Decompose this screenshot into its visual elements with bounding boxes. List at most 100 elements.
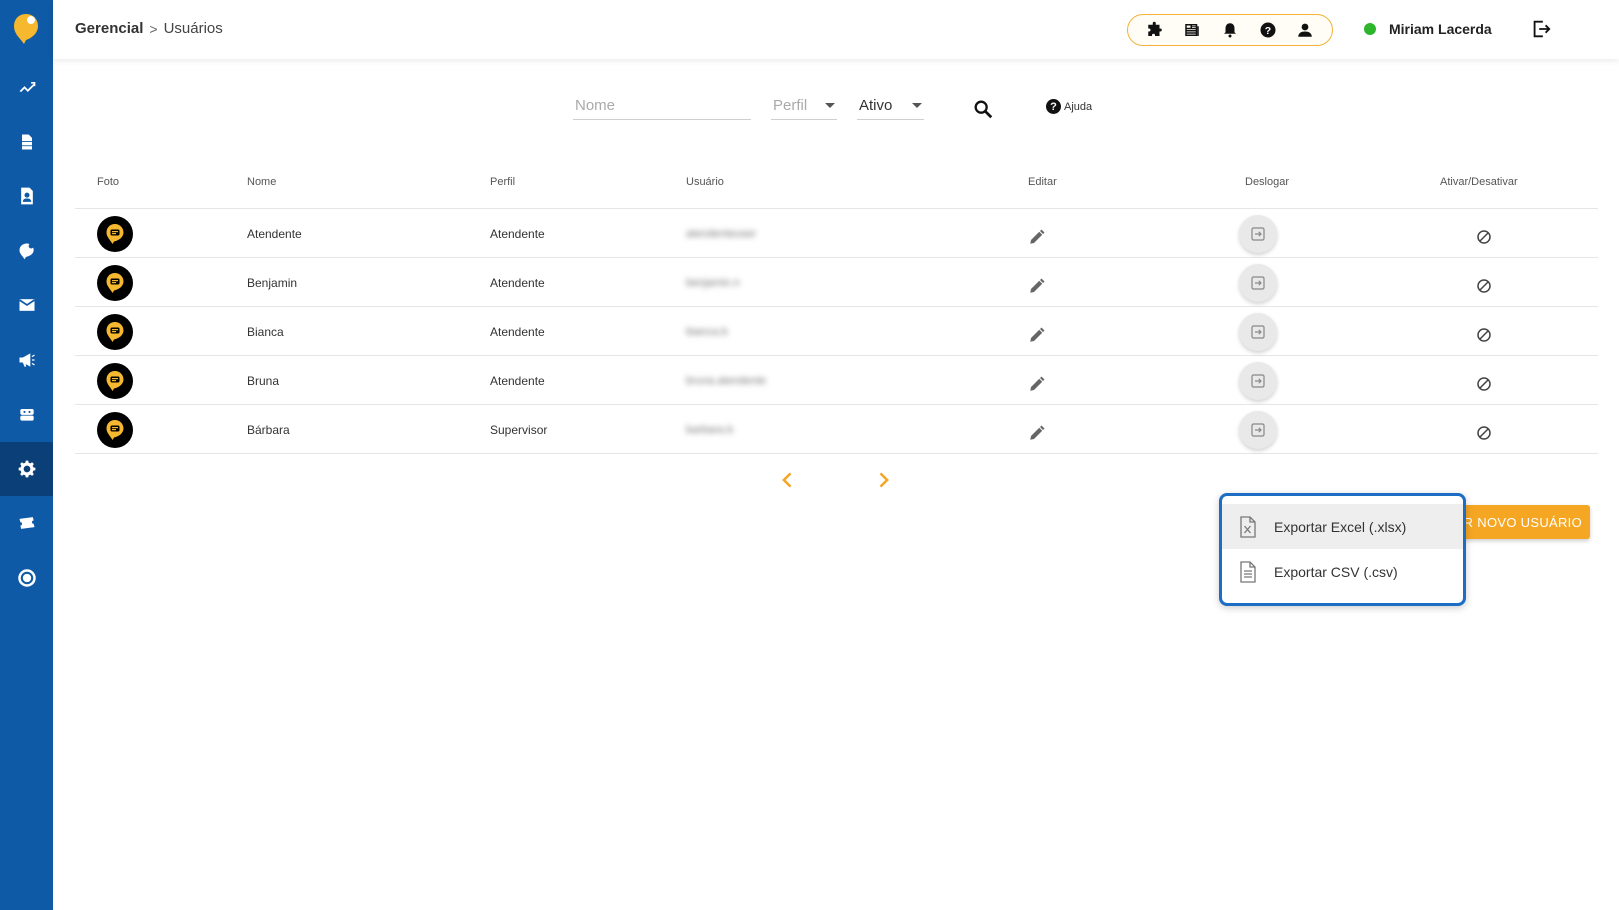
edit-button[interactable]: [1028, 261, 1046, 310]
svg-text:?: ?: [1264, 25, 1270, 37]
sidebar-item-campaigns[interactable]: [0, 333, 53, 387]
toggle-active-button[interactable]: [1475, 359, 1493, 408]
bell-icon[interactable]: [1220, 20, 1240, 40]
sidebar-item-bot[interactable]: [0, 387, 53, 441]
gear-icon: [18, 460, 35, 478]
person-icon[interactable]: [1295, 20, 1315, 40]
perfil-cell: Atendente: [490, 275, 545, 290]
deslogar-button[interactable]: [1239, 258, 1277, 307]
logout-box-icon: [1251, 324, 1265, 339]
photo-cell: [97, 258, 133, 307]
toggle-active-button[interactable]: [1475, 310, 1493, 359]
logout-box-icon: [1251, 275, 1265, 290]
name-cell: Atendente: [247, 226, 302, 241]
name-search-input[interactable]: [573, 92, 751, 120]
deslogar-button[interactable]: [1239, 405, 1277, 454]
status-select[interactable]: Ativo: [857, 92, 924, 120]
export-excel-option[interactable]: Exportar Excel (.xlsx): [1222, 504, 1463, 549]
question-icon: ?: [1046, 99, 1061, 114]
chevron-down-icon: [825, 103, 835, 108]
name-cell: Bárbara: [247, 422, 290, 437]
perfil-select[interactable]: Perfil: [771, 92, 837, 120]
sidebar-item-nps[interactable]: [0, 551, 53, 605]
contact-card-icon: [20, 187, 33, 205]
sidebar-item-contacts[interactable]: [0, 169, 53, 223]
next-page-button[interactable]: [873, 470, 893, 490]
filters-bar: Perfil Ativo ? Ajuda: [0, 88, 1619, 122]
sidebar: [0, 0, 53, 910]
search-button[interactable]: [972, 98, 994, 120]
chevron-down-icon: [912, 103, 922, 108]
users-table: Foto Nome Perfil Usuário Editar Deslogar…: [75, 160, 1598, 454]
search-icon: [974, 100, 993, 119]
previous-page-button[interactable]: [778, 470, 798, 490]
logout-icon: [1533, 20, 1551, 38]
avatar: [97, 215, 133, 252]
usuario-cell: barbara.b: [686, 405, 733, 454]
deslogar-button[interactable]: [1239, 307, 1277, 356]
toggle-active-button[interactable]: [1475, 261, 1493, 310]
photo-cell: [97, 356, 133, 405]
document-icon: [1240, 560, 1256, 583]
sidebar-item-mail[interactable]: [0, 278, 53, 332]
table-row: Bruna Atendente bruna.atendente: [75, 356, 1598, 405]
edit-button[interactable]: [1028, 212, 1046, 261]
avatar: [97, 264, 133, 301]
block-icon: [1477, 376, 1491, 391]
sidebar-item-tickets[interactable]: [0, 496, 53, 550]
sidebar-item-stack[interactable]: [0, 115, 53, 169]
ticket-icon: [19, 517, 34, 529]
export-csv-option[interactable]: Exportar CSV (.csv): [1222, 549, 1463, 594]
perfil-cell: Atendente: [490, 373, 545, 388]
news-icon[interactable]: [1182, 20, 1202, 40]
deslogar-circle[interactable]: [1239, 312, 1277, 351]
usuario-cell: benjamin.n: [686, 258, 740, 307]
breadcrumb: Gerencial > Usuários: [75, 20, 223, 37]
usuario-text: atendenteuser: [686, 227, 757, 240]
deslogar-circle[interactable]: [1239, 263, 1277, 302]
sidebar-item-chat[interactable]: [0, 224, 53, 278]
help-icon[interactable]: ?: [1258, 20, 1278, 40]
app-logo[interactable]: [12, 12, 40, 46]
help-link[interactable]: ? Ajuda: [1046, 99, 1092, 114]
pencil-icon: [1030, 229, 1045, 244]
usuario-text: benjamin.n: [686, 276, 740, 289]
header-usuario: Usuário: [686, 176, 724, 188]
toggle-active-button[interactable]: [1475, 408, 1493, 457]
export-csv-label: Exportar CSV (.csv): [1274, 563, 1398, 580]
block-icon: [1477, 425, 1491, 440]
user-name[interactable]: Miriam Lacerda: [1389, 21, 1492, 37]
chat-logo-icon: [106, 321, 124, 342]
logout-button[interactable]: [1530, 18, 1552, 40]
deslogar-button[interactable]: [1239, 209, 1277, 258]
edit-button[interactable]: [1028, 310, 1046, 359]
name-cell: Bianca: [247, 324, 284, 339]
breadcrumb-section[interactable]: Gerencial: [75, 20, 143, 37]
new-user-button[interactable]: AR NOVO USUÁRIO: [1460, 505, 1590, 539]
online-status-dot: [1364, 23, 1376, 35]
pencil-icon: [1030, 425, 1045, 440]
usuario-cell: bruna.atendente: [686, 356, 766, 405]
deslogar-circle[interactable]: [1239, 214, 1277, 253]
edit-button[interactable]: [1028, 359, 1046, 408]
photo-cell: [97, 209, 133, 258]
quick-actions-bar: ?: [1127, 14, 1333, 46]
robot-icon: [19, 409, 34, 421]
chat-logo-icon: [106, 370, 124, 391]
nps-icon: [17, 569, 36, 587]
deslogar-circle[interactable]: [1239, 361, 1277, 400]
header-deslogar: Deslogar: [1245, 176, 1290, 188]
usuario-text: bruna.atendente: [686, 374, 767, 387]
deslogar-button[interactable]: [1239, 356, 1277, 405]
deslogar-circle[interactable]: [1239, 410, 1277, 449]
pencil-icon: [1030, 278, 1045, 293]
sidebar-item-settings[interactable]: [0, 442, 53, 496]
block-icon: [1477, 229, 1491, 244]
header-foto: Foto: [97, 176, 120, 188]
edit-button[interactable]: [1028, 408, 1046, 457]
excel-file-icon: [1240, 515, 1256, 538]
breadcrumb-current: Usuários: [163, 20, 223, 37]
toggle-active-button[interactable]: [1475, 212, 1493, 261]
puzzle-icon[interactable]: [1145, 20, 1165, 40]
usuario-text: barbara.b: [686, 423, 734, 436]
